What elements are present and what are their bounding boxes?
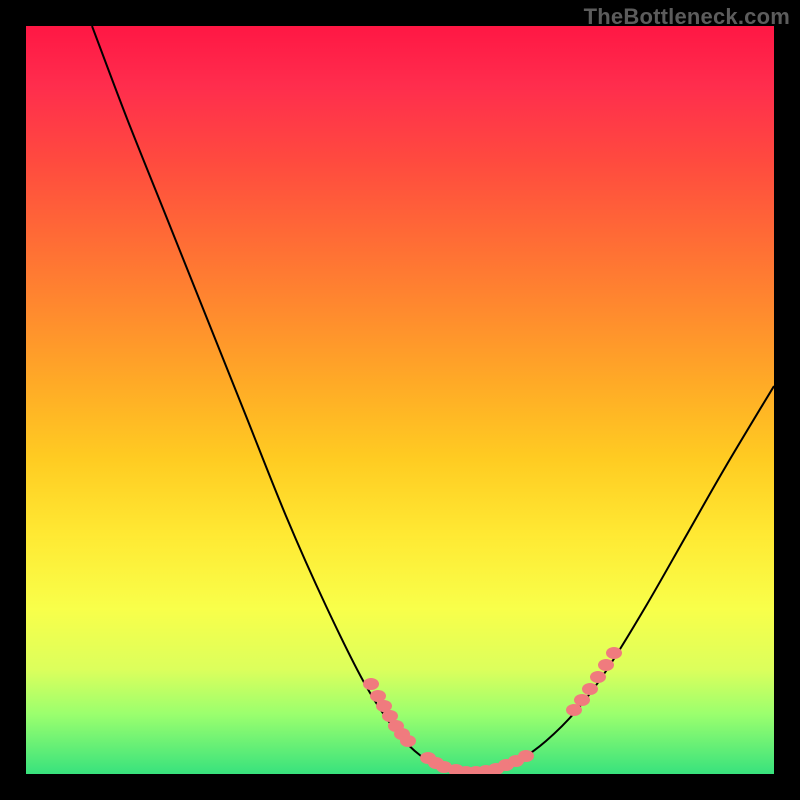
data-point xyxy=(582,683,598,695)
chart-svg xyxy=(26,26,774,774)
data-points-group xyxy=(363,647,622,774)
chart-frame xyxy=(26,26,774,774)
watermark-text: TheBottleneck.com xyxy=(584,4,790,30)
data-point xyxy=(590,671,606,683)
data-point xyxy=(518,750,534,762)
data-point xyxy=(598,659,614,671)
data-point xyxy=(363,678,379,690)
data-point xyxy=(574,694,590,706)
data-point xyxy=(606,647,622,659)
data-point xyxy=(566,704,582,716)
bottleneck-curve xyxy=(92,26,774,772)
data-point xyxy=(400,735,416,747)
